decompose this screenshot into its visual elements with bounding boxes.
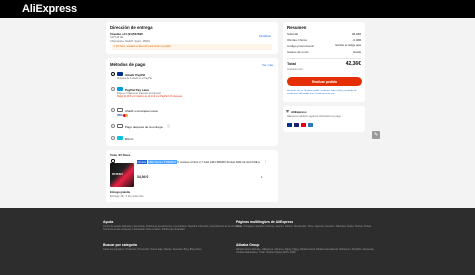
protection-title: AliExpress [291,110,307,114]
footer-browse-title: Buscar por categoría [103,243,137,247]
payment-radio-card[interactable] [111,108,115,112]
badge-mastercard-icon [301,123,306,127]
product-price: 34,94 € [137,175,149,179]
card-brand-mastercard-icon-2 [124,114,128,117]
summary-divider [287,58,361,59]
edit-icon[interactable]: ✎ [372,131,380,139]
product-description: 6 núcleos 4 hilos 3,7 GHz AM4 365000 Soc… [177,160,261,164]
product-image-label: RYZEN 5 [112,173,123,176]
paypal-icon [117,72,123,76]
payment-label-card[interactable]: Añadir una tarjeta nueva [125,109,158,113]
shipping-city: Chipmancia, Madrid, Spain, 28003 [110,39,150,43]
delivery-date: Entrega: 28 - 3 de noviembre [110,194,144,198]
aliexpress-logo[interactable]: AliExpress [22,3,77,15]
payment-card [106,58,278,146]
credit-card-icon [117,108,123,112]
product-menu-icon[interactable]: ⋮ [264,159,267,163]
view-more-payment-link[interactable]: Ver más [262,63,273,67]
quantity-value[interactable]: 1 [261,175,263,179]
promo-code-input[interactable]: Escribe el código aquí [326,44,361,47]
store-name[interactable]: Todo 4U Store [110,153,130,157]
summary-row-label: Subtotal [287,32,299,36]
summary-row-label: Código promocional [287,44,314,48]
payment-label-bizum[interactable]: Bizum [125,137,133,141]
payment-radio-paylater[interactable] [111,87,115,91]
change-address-link[interactable]: Modificar [259,34,271,38]
warning-icon: ⚠ [113,45,116,49]
badge-paypal-icon [287,123,292,127]
paypal-later-icon [117,87,123,91]
total-note: Impuesto incl. [287,68,304,71]
badge-visa-icon [294,123,299,127]
payment-radio-cod[interactable] [111,124,115,128]
payment-label-paypal[interactable]: Añadir PayPal [125,73,145,77]
choice-badge: Choice [137,160,147,164]
cash-icon [117,124,123,128]
total-label: Total [287,62,296,66]
footer-group-links[interactable]: Alibaba Group Website, AliExpress, Alima… [236,248,376,255]
shipping-title: Dirección de entrega [110,25,153,30]
summary-row-label: Gastos de envío [287,50,309,54]
footer-multi-title: Páginas multilingües de AliExpress [236,220,294,224]
summary-row-label: Ofertas Choice [287,38,308,42]
item-select-radio[interactable] [111,159,115,163]
payment-note-paylater: Pagar 10,00 € en 3 plazos de 14,14 € con… [117,96,183,98]
payment-sub-paylater: Paga en 3 plazos sin intereses al moment… [117,92,161,95]
payment-radio-bizum[interactable] [111,136,115,140]
payment-sub-paypal: Después de ti añadir en el PayPal. [117,77,153,80]
total-value: 42,36€ [345,61,361,67]
payment-title: Métodos de pago [110,62,146,67]
card-brand-visa: VISA [117,114,123,117]
product-title-line[interactable]: Choice AMD Ryzen 5 5600GT 6 núcleos 4 hi… [137,160,260,164]
footer-multi-links[interactable]: Rusia, Portugués, Español, Francés, Alem… [236,225,376,228]
payment-label-cod[interactable]: Pago después de la entrega [125,125,163,129]
summary-row-value: Gratis [352,50,361,54]
address-warning-text: Por favor, actualiza tu dirección para i… [116,45,171,48]
footer-browse-links[interactable]: Todos los populares, Productos, Promoció… [103,248,243,251]
footer-help-links[interactable]: Centro de ayuda, Disputas y denuncias, P… [103,225,243,232]
payment-radio-paypal[interactable] [111,72,115,76]
footer-group-title: Alibaba Group [236,243,260,247]
protection-text: AliExpress mantiene segura tu informació… [287,116,341,118]
summary-title: Resumen [287,25,307,30]
footer [0,208,475,275]
summary-row-value: -0,00€ [352,38,361,42]
product-title: AMD Ryzen 5 5600GT [147,160,177,164]
payment-label-paylater[interactable]: PayPal Pay Later [125,88,149,92]
shield-icon: ⛨ [286,109,289,114]
place-order-button[interactable]: Realizar pedido [287,77,362,86]
info-icon[interactable]: ⓘ [167,124,170,128]
badge-amex-icon [308,123,313,127]
summary-row-value: 46,94€ [351,32,361,36]
top-bar: AliExpress [0,0,475,18]
summary-legal: Haciendo clic en 'Realizar pedido', conf… [287,90,357,95]
bizum-icon [117,136,123,140]
footer-help-title: Ayuda [103,220,114,224]
